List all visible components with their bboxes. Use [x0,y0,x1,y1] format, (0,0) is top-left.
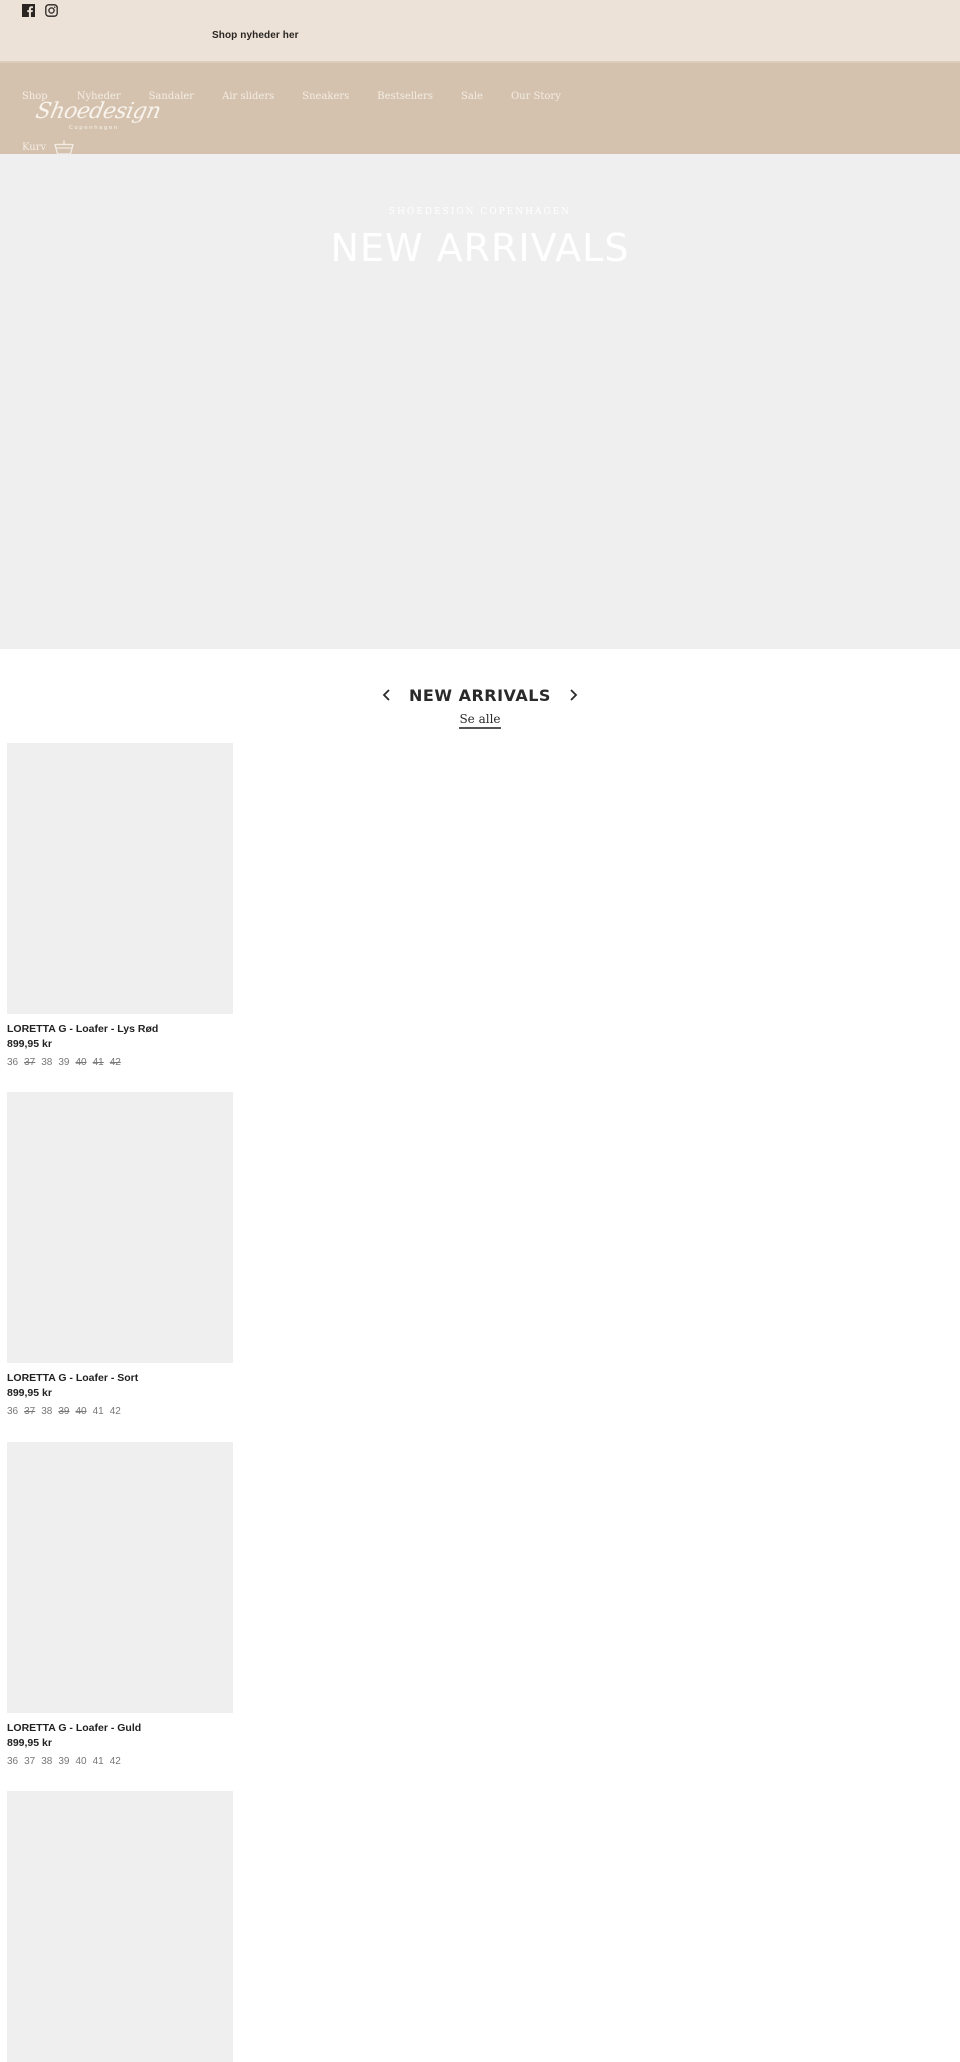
see-all-wrapper: Se alle [0,710,960,729]
size-option: 42 [109,1756,121,1767]
announcement-link[interactable]: Shop nyheder her [212,30,299,41]
cart-label: Kurv [22,142,47,153]
size-option: 40 [75,1756,87,1767]
product-image[interactable] [7,743,233,1014]
chevron-right-icon[interactable] [566,688,580,702]
product-card: LORETTA G - Loafer - Lys Rød 899,95 kr 3… [7,743,233,1068]
product-price: 899,95 kr [7,1038,52,1050]
hero-kicker: SHOEDESIGN COPENHAGEN [388,207,572,217]
nav-item-air-sliders[interactable]: Air sliders [222,91,274,102]
size-option: 39 [58,1057,70,1068]
size-option: 42 [109,1057,121,1068]
product-card [7,1791,233,2062]
size-option: 38 [41,1406,53,1417]
product-price: 899,95 kr [7,1737,52,1749]
size-option: 36 [7,1756,19,1767]
cart-button[interactable]: Kurv [22,140,74,155]
nav-item-sneakers[interactable]: Sneakers [302,91,349,102]
size-option: 39 [58,1756,70,1767]
site-header: Shop Nyheder Sandaler Air sliders Sneake… [0,61,960,155]
basket-icon [54,140,74,155]
size-option: 41 [92,1057,104,1068]
size-option: 36 [7,1057,19,1068]
product-name[interactable]: LORETTA G - Loafer - Sort [7,1372,233,1384]
collection-title: NEW ARRIVALS [409,686,551,705]
size-option: 37 [24,1756,36,1767]
product-sizes: 36 37 38 39 40 41 42 [7,1756,233,1767]
product-sizes: 36 37 38 39 40 41 42 [7,1406,233,1417]
collection-header: NEW ARRIVALS Se alle [0,686,960,729]
product-card: LORETTA G - Loafer - Guld 899,95 kr 36 37… [7,1442,233,1767]
product-image[interactable] [7,1791,233,2062]
product-sizes: 36 37 38 39 40 41 42 [7,1057,233,1068]
product-name[interactable]: LORETTA G - Loafer - Guld [7,1722,233,1734]
hero-title: NEW ARRIVALS [330,226,630,270]
announcement-bar: Shop nyheder her [0,0,960,61]
nav-item-bestsellers[interactable]: Bestsellers [377,91,433,102]
nav-item-our-story[interactable]: Our Story [511,91,561,102]
instagram-link[interactable] [45,4,58,17]
size-option: 38 [41,1756,53,1767]
size-option: 36 [7,1406,19,1417]
product-image[interactable] [7,1442,233,1713]
facebook-icon [22,4,35,17]
social-links [22,4,58,17]
product-card: LORETTA G - Loafer - Sort 899,95 kr 36 37… [7,1092,233,1417]
hero-banner[interactable]: SHOEDESIGN COPENHAGEN NEW ARRIVALS [0,154,960,649]
product-name[interactable]: LORETTA G - Loafer - Lys Rød [7,1023,233,1035]
size-option: 40 [75,1406,87,1417]
size-option: 40 [75,1057,87,1068]
size-option: 42 [109,1406,121,1417]
size-option: 41 [92,1406,104,1417]
size-option: 39 [58,1406,70,1417]
see-all-link[interactable]: Se alle [459,712,501,729]
logo-subtitle: Copenhagen [69,125,119,131]
logo-wordmark: Shoedesign [33,99,163,124]
instagram-icon [45,4,58,17]
product-price: 899,95 kr [7,1387,52,1399]
size-option: 37 [24,1057,36,1068]
size-option: 37 [24,1406,36,1417]
size-option: 38 [41,1057,53,1068]
product-image[interactable] [7,1092,233,1363]
logo[interactable]: Shoedesign Copenhagen [33,99,163,135]
nav-item-sale[interactable]: Sale [461,91,483,102]
size-option: 41 [92,1756,104,1767]
facebook-link[interactable] [22,4,35,17]
